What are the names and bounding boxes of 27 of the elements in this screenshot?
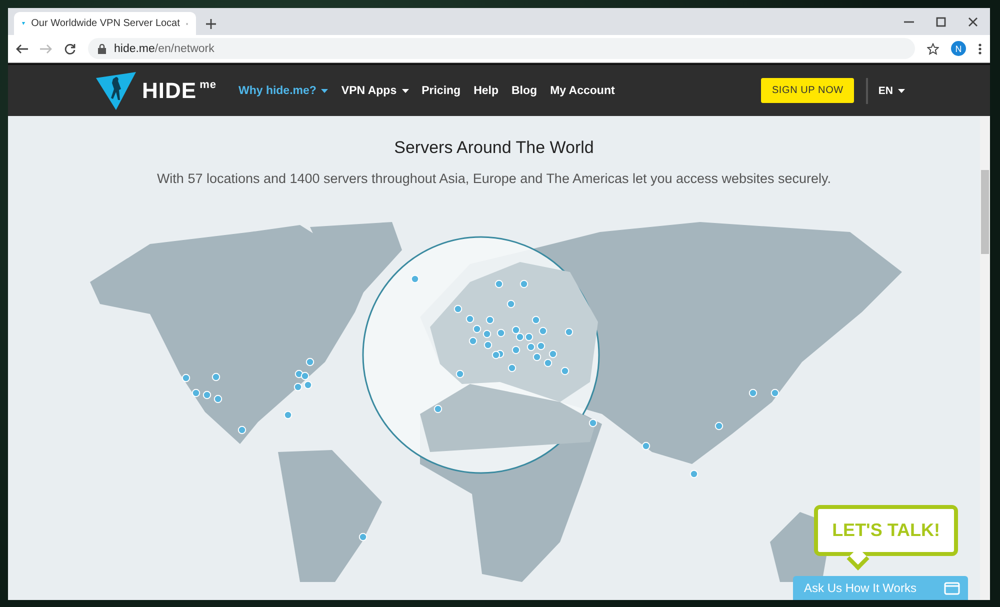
nav-link[interactable]: VPN Apps [341,84,409,96]
back-arrow-icon[interactable] [16,44,28,54]
caret-icon [898,88,905,92]
page-title: Servers Around The World [393,138,595,158]
browser-tab[interactable]: Our Worldwide VPN Server Locat [14,12,196,35]
address-bar[interactable]: hide.me/en/network [88,38,915,59]
new-tab-icon[interactable] [206,19,216,29]
logo-icon [96,72,136,110]
maximize-icon[interactable] [936,16,946,26]
nav-link[interactable]: Blog [512,84,538,96]
nav-link[interactable]: My Account [550,84,615,96]
lock-icon [98,44,106,54]
sign-up-button[interactable]: SIGN UP NOW [760,78,854,103]
logo-text: HIDE$^{me}$ [142,78,216,104]
reload-icon[interactable] [64,42,76,54]
window-icon [944,582,960,594]
page-subtitle: With 57 locations and 1400 servers throughout Asia, Europe and The Americas let you access websites securely. [156,171,832,186]
nav-link[interactable]: Why hide.me? [238,84,328,96]
language-selector[interactable]: EN [878,84,905,96]
tab-title: Our Worldwide VPN Server Locat [31,18,180,29]
scrollbar[interactable] [980,116,990,600]
profile-avatar[interactable]: N [951,41,966,56]
close-icon[interactable] [968,16,978,26]
menu-icon[interactable] [978,42,982,54]
nav-link[interactable]: Help [474,84,498,96]
star-icon[interactable] [927,42,939,54]
nav-link[interactable]: Pricing [422,84,461,96]
